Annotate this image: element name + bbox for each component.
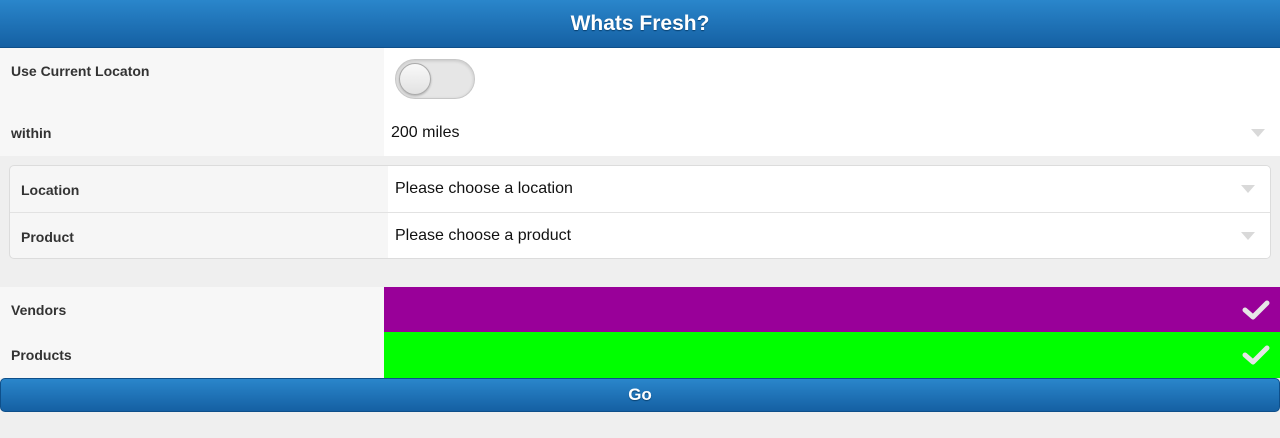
use-location-toggle[interactable] <box>395 59 475 99</box>
header-bar: Whats Fresh? <box>0 0 1280 48</box>
product-label: Product <box>21 229 74 245</box>
page-title: Whats Fresh? <box>570 11 710 35</box>
go-button[interactable]: Go <box>0 378 1280 412</box>
location-selected-value: Please choose a location <box>395 180 573 197</box>
location-toggle-field <box>384 48 1280 112</box>
product-selected-value: Please choose a product <box>395 227 572 244</box>
check-icon <box>1242 345 1270 365</box>
radius-label: within <box>11 125 52 141</box>
go-button-label: Go <box>628 385 652 404</box>
vendors-color-checkbox[interactable] <box>384 287 1280 332</box>
chevron-down-icon <box>1241 232 1255 240</box>
location-label: Location <box>21 182 80 198</box>
chevron-down-icon <box>1241 185 1255 193</box>
divider <box>10 212 1270 213</box>
use-location-label: Use Current Locaton <box>11 63 150 79</box>
toggle-knob[interactable] <box>399 63 431 95</box>
vendors-label: Vendors <box>11 302 67 318</box>
products-label: Products <box>11 347 72 363</box>
products-color-checkbox[interactable] <box>384 332 1280 378</box>
radius-selected-value: 200 miles <box>391 124 460 141</box>
filter-panel: Location Please choose a location Produc… <box>9 165 1271 259</box>
check-icon <box>1242 300 1270 319</box>
radius-select[interactable] <box>384 112 1280 156</box>
chevron-down-icon <box>1251 129 1265 137</box>
